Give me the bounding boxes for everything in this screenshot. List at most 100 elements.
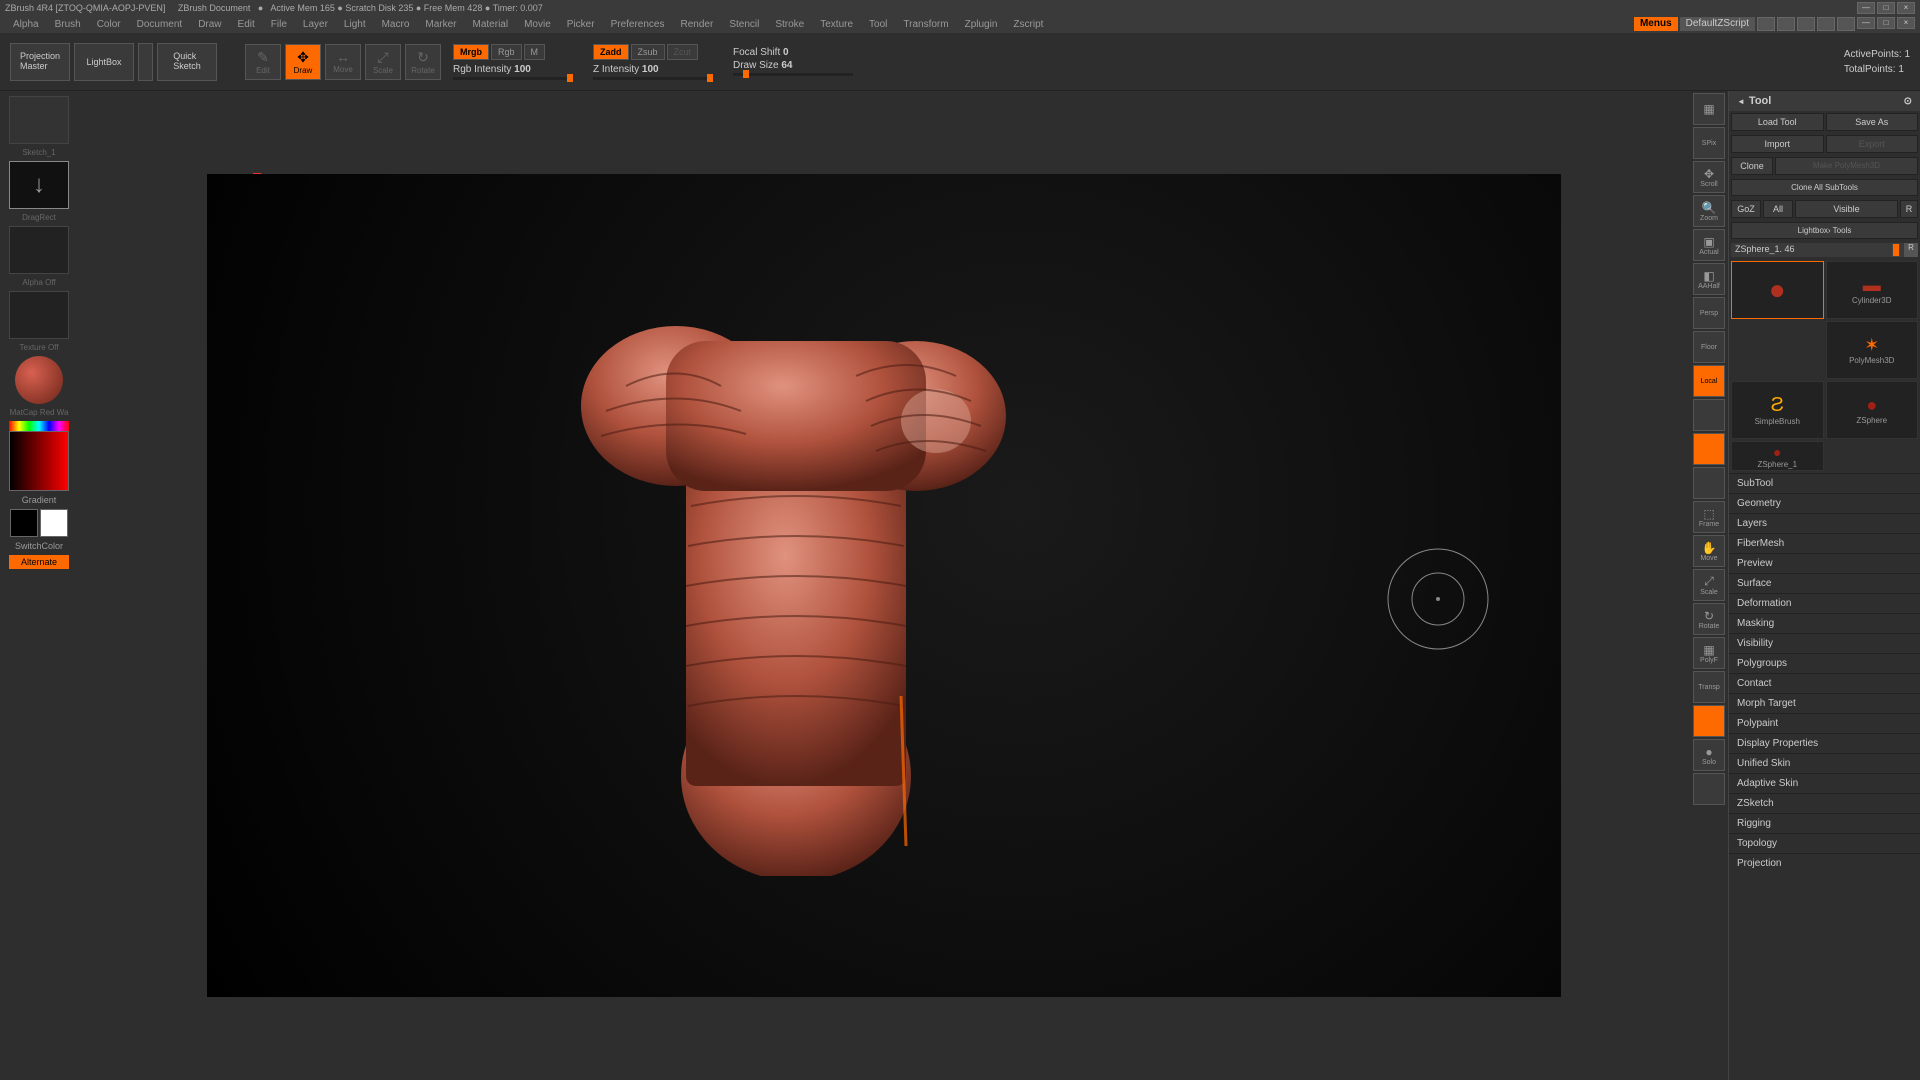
gradient-label[interactable]: Gradient <box>22 495 57 505</box>
xyz-tool[interactable] <box>1693 467 1725 499</box>
polyf-tool[interactable]: ▦PolyF <box>1693 637 1725 669</box>
floor-tool[interactable]: Floor <box>1693 331 1725 363</box>
menu-brush[interactable]: Brush <box>47 17 89 32</box>
hue-strip[interactable] <box>9 421 69 431</box>
toolbar-icon-2[interactable] <box>1777 17 1795 31</box>
make-polymesh-button[interactable]: Make PolyMesh3D <box>1775 157 1918 175</box>
menu-document[interactable]: Document <box>129 17 191 32</box>
secondary-color-swatch[interactable] <box>10 509 38 537</box>
current-tool-thumb[interactable]: ● <box>1731 261 1824 319</box>
color-picker[interactable] <box>9 431 69 491</box>
local-tool[interactable]: Local <box>1693 365 1725 397</box>
rigging-section[interactable]: Rigging <box>1729 813 1920 833</box>
layers-section[interactable]: Layers <box>1729 513 1920 533</box>
toolbar-icon-3[interactable] <box>1797 17 1815 31</box>
menu-edit[interactable]: Edit <box>230 17 263 32</box>
cylinder3d-tool[interactable]: ▬ Cylinder3D <box>1826 261 1919 319</box>
fibermesh-section[interactable]: FiberMesh <box>1729 533 1920 553</box>
doc-close[interactable]: × <box>1897 17 1915 29</box>
canvas-area[interactable] <box>78 91 1690 1080</box>
scale-nav-tool[interactable]: ⤢Scale <box>1693 569 1725 601</box>
goz-button[interactable]: GoZ <box>1731 200 1761 218</box>
rotate-nav-tool[interactable]: ↻Rotate <box>1693 603 1725 635</box>
zsphere-tool[interactable]: ● ZSphere <box>1826 381 1919 439</box>
rotate-mode-button[interactable]: ↻Rotate <box>405 44 441 80</box>
actual-tool[interactable]: ▣Actual <box>1693 229 1725 261</box>
primary-color-swatch[interactable] <box>40 509 68 537</box>
surface-section[interactable]: Surface <box>1729 573 1920 593</box>
mrgb-button[interactable]: Mrgb <box>453 44 489 60</box>
import-button[interactable]: Import <box>1731 135 1824 153</box>
clone-all-subtools-button[interactable]: Clone All SubTools <box>1731 179 1918 196</box>
lightbox-tools-button[interactable]: Lightbox› Tools <box>1731 222 1918 239</box>
masking-section[interactable]: Masking <box>1729 613 1920 633</box>
menu-picker[interactable]: Picker <box>559 17 603 32</box>
menu-texture[interactable]: Texture <box>812 17 861 32</box>
default-zscript[interactable]: DefaultZScript <box>1680 17 1755 31</box>
rgb-intensity-slider[interactable] <box>453 77 573 80</box>
zsub-button[interactable]: Zsub <box>631 44 665 60</box>
menu-draw[interactable]: Draw <box>190 17 229 32</box>
z-intensity-slider[interactable] <box>593 77 713 80</box>
blank-tool-1[interactable]: ▦ <box>1693 93 1725 125</box>
menu-layer[interactable]: Layer <box>295 17 336 32</box>
zsketch-section[interactable]: ZSketch <box>1729 793 1920 813</box>
projection-section[interactable]: Projection <box>1729 853 1920 873</box>
zcut-button[interactable]: Zcut <box>667 44 699 60</box>
toolbar-icon-5[interactable] <box>1837 17 1855 31</box>
switch-color-label[interactable]: SwitchColor <box>15 541 63 551</box>
geometry-section[interactable]: Geometry <box>1729 493 1920 513</box>
save-as-button[interactable]: Save As <box>1826 113 1919 131</box>
menus-toggle[interactable]: Menus <box>1634 17 1678 31</box>
menu-zplugin[interactable]: Zplugin <box>957 17 1006 32</box>
goz-r-button[interactable]: R <box>1900 200 1918 218</box>
display-properties-section[interactable]: Display Properties <box>1729 733 1920 753</box>
solo-tool[interactable]: ●Solo <box>1693 739 1725 771</box>
toolbar-icon-4[interactable] <box>1817 17 1835 31</box>
persp-tool[interactable]: Persp <box>1693 297 1725 329</box>
morph-target-section[interactable]: Morph Target <box>1729 693 1920 713</box>
zadd-button[interactable]: Zadd <box>593 44 629 60</box>
aahalf-tool[interactable]: ◧AAHalf <box>1693 263 1725 295</box>
simplebrush-tool[interactable]: Ƨ SimpleBrush <box>1731 381 1824 439</box>
toolbar-icon-1[interactable] <box>1757 17 1775 31</box>
material-thumb[interactable] <box>15 356 63 404</box>
move-nav-tool[interactable]: ✋Move <box>1693 535 1725 567</box>
menu-render[interactable]: Render <box>673 17 722 32</box>
doc-maximize[interactable]: □ <box>1877 17 1895 29</box>
tool-panel-header[interactable]: Tool⊙ <box>1729 91 1920 111</box>
goz-all-button[interactable]: All <box>1763 200 1793 218</box>
alternate-button[interactable]: Alternate <box>9 555 69 569</box>
menu-movie[interactable]: Movie <box>516 17 559 32</box>
scroll-tool[interactable]: ✥Scroll <box>1693 161 1725 193</box>
preview-section[interactable]: Preview <box>1729 553 1920 573</box>
topology-section[interactable]: Topology <box>1729 833 1920 853</box>
menu-marker[interactable]: Marker <box>417 17 464 32</box>
scale-mode-button[interactable]: ⤢Scale <box>365 44 401 80</box>
draw-mode-button[interactable]: ✥Draw <box>285 44 321 80</box>
ghost-tool[interactable] <box>1693 705 1725 737</box>
highlight-tool[interactable] <box>1693 433 1725 465</box>
viewport[interactable] <box>207 174 1560 998</box>
rgb-button[interactable]: Rgb <box>491 44 522 60</box>
transp-tool[interactable]: Transp <box>1693 671 1725 703</box>
brush-thumb[interactable] <box>9 96 69 144</box>
xpose-tool[interactable] <box>1693 773 1725 805</box>
menu-preferences[interactable]: Preferences <box>603 17 673 32</box>
menu-transform[interactable]: Transform <box>895 17 956 32</box>
move-mode-button[interactable]: ↔Move <box>325 44 361 80</box>
polygroups-section[interactable]: Polygroups <box>1729 653 1920 673</box>
stroke-thumb[interactable]: ↓ <box>9 161 69 209</box>
contact-section[interactable]: Contact <box>1729 673 1920 693</box>
menu-zscript[interactable]: Zscript <box>1005 17 1051 32</box>
visibility-section[interactable]: Visibility <box>1729 633 1920 653</box>
unified-skin-section[interactable]: Unified Skin <box>1729 753 1920 773</box>
maximize-button[interactable]: □ <box>1877 2 1895 14</box>
minimize-button[interactable]: — <box>1857 2 1875 14</box>
doc-minimize[interactable]: — <box>1857 17 1875 29</box>
close-button[interactable]: × <box>1897 2 1915 14</box>
subtool-section[interactable]: SubTool <box>1729 473 1920 493</box>
menu-stencil[interactable]: Stencil <box>721 17 767 32</box>
adaptive-skin-section[interactable]: Adaptive Skin <box>1729 773 1920 793</box>
goz-visible-button[interactable]: Visible <box>1795 200 1898 218</box>
